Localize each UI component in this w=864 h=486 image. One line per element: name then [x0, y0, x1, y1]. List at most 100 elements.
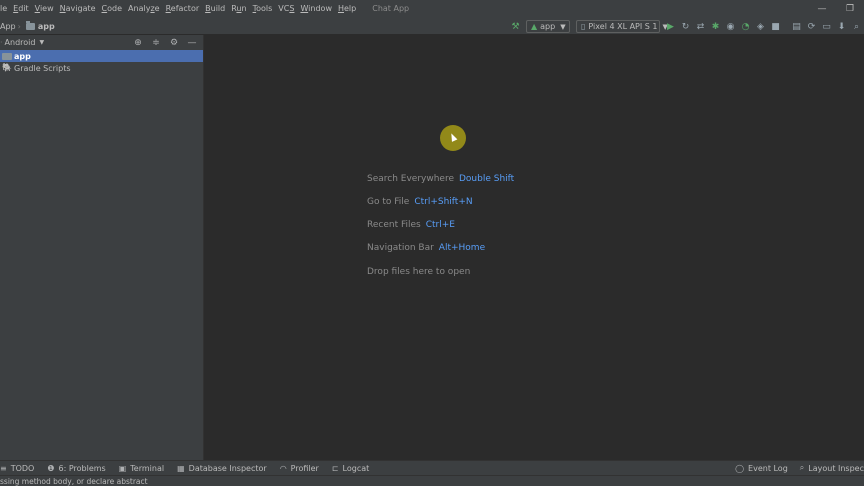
sdk-manager-icon[interactable]: ⬇ — [834, 19, 849, 34]
search-icon[interactable]: ⌕ — [849, 19, 864, 34]
profiler-icon: ◠ — [279, 463, 287, 473]
run-config-select[interactable]: ▲ app ▼ — [526, 20, 570, 33]
breadcrumb-root[interactable]: App — [0, 22, 16, 31]
menu-help[interactable]: Help — [335, 0, 359, 18]
list-icon: ≡ — [0, 463, 7, 473]
collapse-all-icon[interactable]: ≑ — [147, 38, 165, 48]
debug-icon[interactable]: ✱ — [708, 19, 723, 34]
gear-icon[interactable]: ⚙ — [165, 38, 183, 48]
hint-shortcut: Ctrl+E — [425, 220, 455, 230]
tool-todo[interactable]: ≡ TODO — [0, 464, 34, 473]
locate-icon[interactable]: ⊕ — [129, 38, 147, 48]
window-controls: — ❐ — [808, 0, 864, 18]
editor-area[interactable]: Search Everywhere Double Shift Go to File… — [205, 35, 864, 460]
menu-edit[interactable]: Edit — [10, 0, 32, 18]
menu-tools[interactable]: Tools — [250, 0, 276, 18]
make-project-icon[interactable]: ⚒ — [508, 19, 523, 34]
logcat-icon: ⊏ — [331, 463, 339, 473]
window-title: Chat App — [372, 4, 410, 13]
hint-search-everywhere: Search Everywhere Double Shift — [367, 174, 514, 184]
tool-layout-inspector[interactable]: ⌕ Layout Inspec — [800, 463, 864, 473]
hint-recent-files: Recent Files Ctrl+E — [367, 220, 455, 230]
hint-shortcut: Ctrl+Shift+N — [414, 197, 473, 207]
hint-go-to-file: Go to File Ctrl+Shift+N — [367, 197, 473, 207]
breadcrumb: App › app — [0, 20, 55, 31]
status-bar: ssing method body, or declare abstract — [0, 475, 864, 486]
menu-vcs[interactable]: VCS — [275, 0, 297, 18]
menu-analyze[interactable]: Analyze — [125, 0, 163, 18]
hint-shortcut: Double Shift — [459, 174, 515, 184]
tool-label: Profiler — [290, 463, 319, 473]
chevron-down-icon: ▼ — [39, 39, 45, 46]
tool-profiler[interactable]: ◠ Profiler — [280, 464, 319, 473]
sync-gradle-icon[interactable]: ⟳ — [804, 19, 819, 34]
tool-label: Terminal — [130, 463, 165, 473]
project-view-select[interactable]: · Android ▼ — [0, 38, 44, 47]
tool-logcat[interactable]: ⊏ Logcat — [332, 464, 369, 473]
attach-debugger-icon[interactable]: ◉ — [723, 19, 738, 34]
hint-action: Go to File — [367, 197, 410, 207]
hint-action: Drop files here to open — [367, 267, 471, 277]
menu-window[interactable]: Window — [297, 0, 335, 18]
menu-navigate[interactable]: Navigate — [57, 0, 99, 18]
tool-label: Layout Inspec — [808, 463, 864, 473]
hint-drop-files: Drop files here to open — [367, 267, 470, 277]
menu-run[interactable]: Run — [228, 0, 249, 18]
tool-label: Event Log — [748, 463, 788, 473]
breadcrumb-separator: › — [17, 21, 21, 31]
project-structure-icon[interactable]: ▤ — [789, 19, 804, 34]
menu-refactor[interactable]: Refactor — [163, 0, 203, 18]
avd-manager-icon[interactable]: ▭ — [819, 19, 834, 34]
hint-navigation-bar: Navigation Bar Alt+Home — [367, 243, 485, 253]
problems-icon: ❶ — [47, 463, 55, 473]
layout-inspector-icon: ⌕ — [799, 463, 805, 472]
hide-panel-icon[interactable]: — — [183, 38, 201, 48]
apply-changes-icon[interactable]: ⇄ — [693, 19, 708, 34]
menu-build[interactable]: Build — [202, 0, 228, 18]
phone-icon: ▯ — [581, 22, 586, 31]
tool-window-bar: ≡ TODO ❶ 6: Problems ▣ Terminal ▦ Database I… — [0, 460, 864, 475]
menu-view[interactable]: View — [32, 0, 57, 18]
rerun-icon[interactable]: ↻ — [678, 19, 693, 34]
breadcrumb-module[interactable]: app — [38, 22, 55, 31]
view-separator: · — [0, 38, 3, 47]
run-icon[interactable]: ▶ — [663, 19, 678, 34]
tool-label: 6: Problems — [58, 463, 106, 473]
tool-label: Logcat — [342, 463, 370, 473]
navigation-bar: App › app ⚒ ▲ app ▼ ▯ Pixel 4 XL API S 1… — [0, 18, 864, 35]
database-icon: ▦ — [177, 463, 185, 473]
profile-icon[interactable]: ◔ — [738, 19, 753, 34]
main-toolbar: ⚒ ▲ app ▼ ▯ Pixel 4 XL API S 1 ▼ ▶ ↻ ⇄ ✱… — [508, 18, 864, 35]
tree-item-label: Gradle Scripts — [14, 63, 71, 73]
project-panel-header: · Android ▼ ⊕ ≑ ⚙ — — [0, 35, 203, 50]
restore-button[interactable]: ❐ — [836, 0, 864, 18]
event-log-icon: ◯ — [735, 463, 745, 473]
project-view-label: Android — [4, 38, 36, 47]
tool-label: Database Inspector — [188, 463, 267, 473]
tool-event-log[interactable]: ◯ Event Log — [735, 464, 788, 473]
run-config-label: app — [540, 22, 556, 31]
device-select[interactable]: ▯ Pixel 4 XL API S 1 ▼ — [576, 20, 668, 33]
device-label: Pixel 4 XL API S 1 — [588, 22, 658, 31]
tool-label: TODO — [10, 463, 35, 473]
project-panel: · Android ▼ ⊕ ≑ ⚙ — app 🐘 Gradle Scripts — [0, 35, 204, 460]
tool-terminal[interactable]: ▣ Terminal — [119, 464, 164, 473]
tree-item-gradle-scripts[interactable]: 🐘 Gradle Scripts — [0, 62, 203, 74]
coverage-icon[interactable]: ◈ — [753, 19, 768, 34]
tool-problems[interactable]: ❶ 6: Problems — [47, 464, 105, 473]
tool-window-bar-right: ◯ Event Log ⌕ Layout Inspec — [735, 461, 864, 475]
folder-icon — [25, 20, 35, 30]
minimize-button[interactable]: — — [808, 0, 836, 18]
menu-file[interactable]: le — [0, 0, 10, 18]
module-folder-icon — [2, 52, 12, 60]
stop-icon[interactable]: ■ — [768, 19, 783, 34]
gradle-icon: 🐘 — [2, 63, 12, 72]
menu-bar: le Edit View Navigate Code Analyze Refac… — [0, 0, 864, 18]
tree-item-app[interactable]: app — [0, 50, 203, 62]
tool-database-inspector[interactable]: ▦ Database Inspector — [177, 464, 267, 473]
menu-code[interactable]: Code — [99, 0, 126, 18]
hint-shortcut: Alt+Home — [438, 243, 486, 253]
project-panel-actions: ⊕ ≑ ⚙ — — [129, 35, 201, 50]
android-icon: ▲ — [531, 22, 538, 31]
tree-item-label: app — [14, 51, 31, 61]
